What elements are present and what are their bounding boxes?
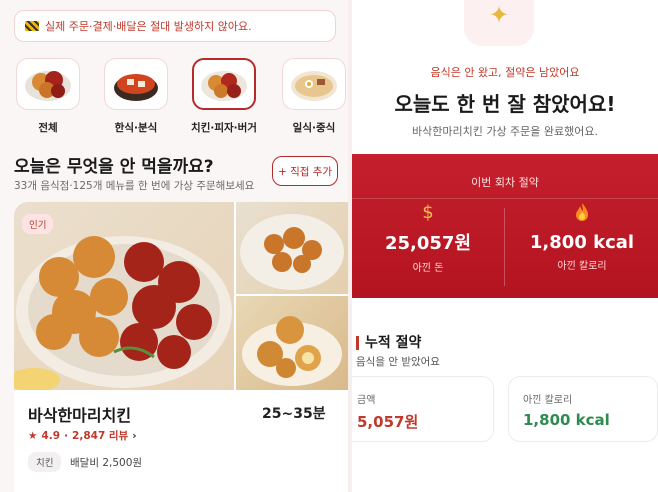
saved-calories-stat: 1,800 kcal 아낀 칼로리	[506, 202, 658, 272]
category-image-ramen	[282, 58, 346, 110]
saved-calories-value: 1,800 kcal	[529, 232, 635, 253]
rating-row[interactable]: ★ 4.9 · 2,847 리뷰 ›	[28, 428, 137, 443]
rating-value: 4.9	[41, 429, 61, 442]
cumulative-calories-box: 아낀 칼로리 1,800 kcal	[508, 376, 658, 442]
category-label: 일식·중식	[292, 122, 336, 134]
category-tag: 치킨	[28, 452, 62, 472]
cumulative-calories-caption: 아낀 칼로리	[523, 395, 573, 406]
order-complete-panel: ✦ 음식은 안 왔고, 절약은 남았어요 오늘도 한 번 잘 참았어요! 바삭한…	[352, 0, 658, 492]
sparkle-badge: ✦	[464, 0, 534, 46]
chevron-right-icon: ›	[132, 429, 137, 442]
cumulative-title: 누적 절약	[356, 332, 421, 352]
section-title: 오늘은 무엇을 안 먹을까요?	[14, 157, 214, 177]
round-savings-card: 이번 회차 절약 $ 25,057원 아낀 돈 1,800 kcal 아낀 칼로…	[352, 154, 658, 298]
cumulative-money-caption: 금액	[357, 395, 376, 406]
restaurant-browser-panel: 실제 주문·결제·배달은 절대 발생하지 않아요. 전체 한식·분식 치킨·피자…	[0, 0, 348, 492]
side-food-photo-1	[236, 202, 348, 294]
category-japanese-chinese[interactable]: 일식·중식	[280, 58, 348, 135]
category-row: 전체 한식·분식 치킨·피자·버거 일식·중식	[14, 58, 348, 138]
money-bag-icon: $	[422, 202, 434, 223]
category-label: 치킨·피자·버거	[191, 122, 257, 134]
popular-badge: 인기	[22, 214, 54, 234]
category-label: 한식·분식	[114, 122, 158, 134]
warning-stripe-icon	[25, 21, 39, 31]
saved-money-stat: $ 25,057원 아낀 돈	[352, 202, 504, 274]
restaurant-name: 바삭한마리치킨	[28, 406, 132, 425]
category-all[interactable]: 전체	[14, 58, 82, 135]
category-chicken-pizza-burger[interactable]: 치킨·피자·버거	[190, 58, 258, 135]
result-kicker: 음식은 안 왔고, 절약은 남았어요	[430, 66, 580, 79]
add-custom-button[interactable]: + 직접 추가	[272, 156, 338, 186]
accent-bar	[356, 336, 359, 350]
category-image-stew	[104, 58, 168, 110]
delivery-fee: 배달비 2,500원	[70, 457, 143, 469]
result-description: 바삭한마리치킨 가상 주문을 완료했어요.	[411, 125, 599, 138]
notice-text: 실제 주문·결제·배달은 절대 발생하지 않아요.	[45, 20, 252, 33]
cumulative-subtitle: 음식을 안 받았어요	[356, 356, 440, 368]
sparkle-icon: ✦	[488, 1, 510, 29]
saved-money-caption: 아낀 돈	[412, 263, 444, 274]
side-food-photo-2	[236, 296, 348, 390]
restaurant-card[interactable]: 인기 바삭한마리치킨 25~35분 ★ 4.9 · 2,847 리뷰 › 치킨 …	[14, 202, 348, 492]
round-savings-title: 이번 회차 절약	[471, 176, 539, 189]
star-icon: ★	[28, 429, 38, 442]
delivery-time: 25~35분	[262, 406, 326, 422]
result-headline: 오늘도 한 번 잘 참았어요!	[394, 92, 616, 116]
fire-icon	[506, 202, 658, 226]
cumulative-money-box: 금액 5,057원	[352, 376, 494, 442]
notice-banner: 실제 주문·결제·배달은 절대 발생하지 않아요.	[14, 10, 336, 42]
review-count: 2,847 리뷰	[72, 430, 129, 442]
category-korean-snack[interactable]: 한식·분식	[102, 58, 170, 135]
cumulative-calories-value: 1,800 kcal	[523, 411, 610, 429]
cumulative-money-value: 5,057원	[357, 413, 419, 431]
category-image-chicken	[192, 58, 256, 110]
divider	[352, 198, 658, 199]
saved-calories-caption: 아낀 칼로리	[557, 261, 607, 272]
section-subtitle: 33개 음식점·125개 메뉴를 한 번에 가상 주문해보세요	[14, 180, 255, 192]
category-image-chicken-mix	[16, 58, 80, 110]
saved-money-value: 25,057원	[384, 233, 472, 254]
divider	[504, 208, 505, 286]
category-label: 전체	[38, 122, 58, 134]
